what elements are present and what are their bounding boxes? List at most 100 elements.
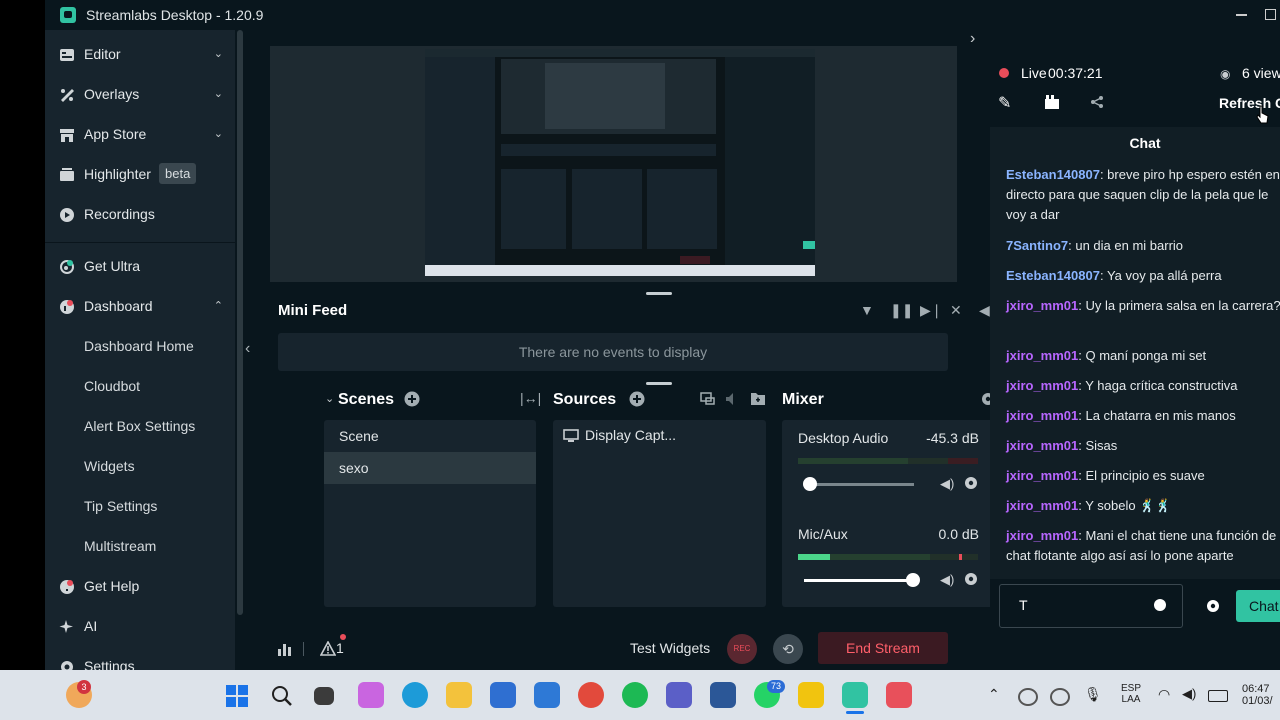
expand-chat-icon[interactable]: › bbox=[970, 30, 975, 48]
clip-icon[interactable] bbox=[1044, 94, 1060, 110]
scene-item[interactable]: Scene bbox=[324, 420, 536, 452]
sidebar-item-overlays[interactable]: Overlays ⌄ bbox=[45, 75, 235, 115]
sidebar-item-dashboard[interactable]: Dashboard ⌃ bbox=[45, 287, 235, 327]
sidebar-item-settings[interactable]: Settings bbox=[45, 647, 235, 670]
chat-settings-icon[interactable] bbox=[1206, 599, 1220, 613]
test-widgets-button[interactable]: Test Widgets bbox=[630, 640, 710, 656]
wifi-icon[interactable]: ◠ bbox=[1158, 686, 1170, 703]
scene-transition-icon[interactable]: |↔| bbox=[520, 390, 541, 406]
sidebar-item-multistream[interactable]: Multistream bbox=[45, 527, 235, 567]
mic-aux-volume-slider[interactable] bbox=[804, 573, 920, 587]
rec-button[interactable]: REC bbox=[727, 634, 757, 664]
refresh-chat-button[interactable]: Refresh C bbox=[1219, 95, 1280, 111]
mic-aux-db: 0.0 dB bbox=[938, 526, 979, 542]
highlighter-icon bbox=[60, 168, 74, 181]
app-icon-2[interactable] bbox=[886, 682, 912, 708]
input-language[interactable]: ESP LAA bbox=[1121, 683, 1141, 705]
tray-overflow-icon[interactable]: ⌃ bbox=[988, 686, 1000, 703]
chat-send-button[interactable]: Chat bbox=[1236, 590, 1280, 622]
edit-stream-info-icon[interactable]: ✎ bbox=[998, 93, 1011, 113]
dock-resize-handle[interactable] bbox=[646, 382, 672, 385]
sidebar-item-app-store[interactable]: App Store ⌄ bbox=[45, 115, 235, 155]
source-audio-icon[interactable] bbox=[725, 392, 740, 406]
desktop-audio-db: -45.3 dB bbox=[926, 430, 979, 446]
source-monitor-icon[interactable] bbox=[700, 392, 715, 406]
emoji-icon[interactable] bbox=[1154, 599, 1166, 611]
windows-start-icon[interactable] bbox=[226, 685, 248, 707]
scene-item-selected[interactable]: sexo bbox=[324, 452, 536, 484]
pause-icon[interactable]: ❚❚ bbox=[890, 302, 913, 319]
desktop-audio-settings-icon[interactable] bbox=[964, 476, 978, 490]
app-icon[interactable] bbox=[798, 682, 824, 708]
word-icon[interactable] bbox=[710, 682, 736, 708]
store-icon[interactable] bbox=[490, 682, 516, 708]
tray-sync-icon[interactable] bbox=[1050, 688, 1070, 706]
source-folder-icon[interactable] bbox=[750, 391, 766, 406]
search-icon[interactable] bbox=[271, 685, 293, 707]
settings-icon bbox=[61, 661, 73, 670]
replay-buffer-icon[interactable]: ⟲ bbox=[773, 634, 803, 664]
sidebar: Editor ⌄ Overlays ⌄ App Store ⌄ Highligh… bbox=[45, 30, 235, 670]
alert-count: 1 bbox=[336, 640, 344, 656]
chevron-up-icon[interactable]: ⌃ bbox=[214, 299, 223, 312]
minimize-button[interactable] bbox=[1236, 14, 1247, 16]
sidebar-item-widgets[interactable]: Widgets bbox=[45, 447, 235, 487]
outlook-icon[interactable] bbox=[534, 682, 560, 708]
chevron-down-icon[interactable]: ⌄ bbox=[214, 127, 223, 140]
sidebar-divider bbox=[45, 242, 235, 243]
sidebar-item-recordings[interactable]: Recordings bbox=[45, 195, 235, 235]
chrome-icon[interactable] bbox=[578, 682, 604, 708]
share-icon[interactable] bbox=[1090, 95, 1104, 109]
desktop-audio-mute-icon[interactable]: ◀) bbox=[940, 476, 954, 492]
mini-feed-title: Mini Feed bbox=[278, 302, 348, 319]
sidebar-item-alert-box-settings[interactable]: Alert Box Settings bbox=[45, 407, 235, 447]
desktop-audio-volume-slider[interactable] bbox=[802, 477, 914, 491]
end-stream-button[interactable]: End Stream bbox=[818, 632, 948, 664]
streamlabs-taskbar-icon[interactable] bbox=[842, 682, 868, 708]
preview-resize-handle[interactable] bbox=[646, 292, 672, 295]
maximize-button[interactable] bbox=[1265, 9, 1276, 20]
clock[interactable]: 06:47 01/03/ bbox=[1242, 683, 1273, 707]
microphone-icon[interactable]: 🎙 bbox=[1084, 686, 1102, 703]
add-scene-icon[interactable] bbox=[404, 391, 420, 407]
sidebar-item-dashboard-home[interactable]: Dashboard Home bbox=[45, 327, 235, 367]
edge-icon[interactable] bbox=[402, 682, 428, 708]
tray-cloud-icon[interactable] bbox=[1018, 688, 1038, 706]
battery-icon[interactable] bbox=[1208, 690, 1228, 702]
alert-warning-icon[interactable] bbox=[320, 641, 336, 656]
sidebar-item-tip-settings[interactable]: Tip Settings bbox=[45, 487, 235, 527]
sidebar-item-cloudbot[interactable]: Cloudbot bbox=[45, 367, 235, 407]
chat-message: jxiro_mm01: Mani el chat tiene una funci… bbox=[1006, 528, 1277, 563]
help-icon bbox=[60, 580, 74, 594]
add-source-icon[interactable] bbox=[629, 391, 645, 407]
task-view-icon[interactable] bbox=[314, 687, 334, 705]
chevron-down-icon[interactable]: ⌄ bbox=[214, 87, 223, 100]
scenes-collapse-icon[interactable]: ⌄ bbox=[325, 392, 334, 405]
copilot-icon[interactable] bbox=[358, 682, 384, 708]
live-timer: 00:37:21 bbox=[1048, 65, 1103, 81]
chat-input[interactable]: T bbox=[999, 584, 1183, 628]
sidebar-item-get-help[interactable]: Get Help bbox=[45, 567, 235, 607]
source-item[interactable]: Display Capt... bbox=[553, 420, 766, 452]
sidebar-item-highlighter[interactable]: Highlighter beta bbox=[45, 155, 235, 195]
file-explorer-icon[interactable] bbox=[446, 682, 472, 708]
sidebar-item-editor[interactable]: Editor ⌄ bbox=[45, 35, 235, 75]
desktop-audio-volume-knob[interactable] bbox=[802, 477, 817, 491]
mic-aux-volume-knob[interactable] bbox=[905, 573, 920, 587]
performance-stats-icon[interactable] bbox=[278, 642, 292, 656]
filter-icon[interactable]: ▼ bbox=[860, 302, 874, 318]
mute-alerts-icon[interactable]: ✕ bbox=[950, 302, 962, 319]
volume-icon[interactable]: ◀) bbox=[1182, 686, 1196, 702]
mic-aux-mute-icon[interactable]: ◀) bbox=[940, 572, 954, 588]
viewers-eye-icon: ◉ bbox=[1220, 67, 1231, 81]
sidebar-item-get-ultra[interactable]: Get Ultra bbox=[45, 247, 235, 287]
chevron-down-icon[interactable]: ⌄ bbox=[214, 47, 223, 60]
editor-main: Mini Feed ▼ ❚❚ ▶❘ ✕ ◀) There are no even… bbox=[243, 30, 1020, 670]
sidebar-item-ai[interactable]: AI bbox=[45, 607, 235, 647]
mic-aux-settings-icon[interactable] bbox=[964, 572, 978, 586]
mixer-title: Mixer bbox=[782, 391, 824, 408]
spotify-icon[interactable] bbox=[622, 682, 648, 708]
preview-display-capture bbox=[425, 49, 815, 276]
teams-icon[interactable] bbox=[666, 682, 692, 708]
skip-icon[interactable]: ▶❘ bbox=[920, 302, 943, 319]
